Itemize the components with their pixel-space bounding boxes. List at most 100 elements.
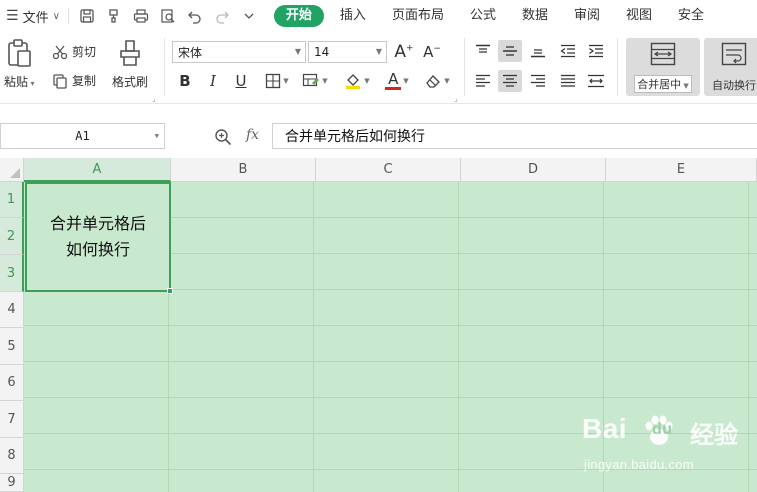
column-header-c[interactable]: C: [316, 158, 461, 182]
underline-button[interactable]: U: [230, 70, 252, 92]
watermark-brand-cn: 经验: [690, 421, 738, 449]
underline-icon: U: [235, 72, 247, 90]
redo-icon[interactable]: [212, 6, 232, 26]
undo-icon[interactable]: [185, 6, 205, 26]
cut-button[interactable]: 剪切: [52, 43, 96, 60]
italic-button[interactable]: I: [202, 70, 224, 92]
tab-security[interactable]: 安全: [668, 5, 714, 27]
row-header-7[interactable]: 7: [0, 401, 24, 438]
fill-handle[interactable]: [167, 288, 173, 294]
row-header-1[interactable]: 1: [0, 182, 24, 218]
decrease-font-icon: A−: [423, 43, 441, 61]
increase-font-size-button[interactable]: A+: [393, 41, 415, 63]
column-header-e[interactable]: E: [606, 158, 757, 182]
cell-text: 合并单元格后 如何换行: [33, 211, 163, 263]
print-icon[interactable]: [131, 6, 151, 26]
font-launcher-icon[interactable]: ⌟: [454, 94, 458, 103]
watermark-brand-suffix: du: [652, 421, 673, 438]
merge-center-label: 合并居中: [637, 78, 682, 91]
font-color-button[interactable]: A ▼: [380, 70, 414, 92]
formula-input[interactable]: 合并单元格后如何换行: [272, 123, 757, 149]
decrease-indent-button[interactable]: [556, 40, 580, 62]
borders-button[interactable]: ▼: [260, 70, 294, 92]
font-name-select[interactable]: 宋体 ▼: [172, 41, 306, 63]
align-center-icon: [503, 74, 517, 87]
wrap-text-icon: [721, 42, 747, 66]
merged-cell-a1-a3[interactable]: 合并单元格后 如何换行: [25, 182, 171, 292]
format-painter-button[interactable]: 格式刷: [112, 38, 148, 90]
tab-home[interactable]: 开始: [273, 5, 324, 27]
format-painter-icon[interactable]: [104, 6, 124, 26]
cell-text-line-2: 如何换行: [65, 240, 130, 259]
align-right-icon: [531, 74, 545, 87]
print-preview-icon[interactable]: [158, 6, 178, 26]
increase-indent-icon: [589, 44, 603, 58]
align-middle-button[interactable]: [498, 40, 522, 62]
align-top-button[interactable]: [471, 40, 495, 62]
italic-icon: I: [210, 72, 216, 90]
name-box-value: A1: [75, 129, 90, 143]
cell-style-button[interactable]: ▼: [298, 70, 332, 92]
bold-button[interactable]: B: [174, 70, 196, 92]
fill-color-button[interactable]: ▼: [340, 70, 374, 92]
column-header-a[interactable]: A: [24, 158, 171, 182]
align-left-button[interactable]: [471, 70, 495, 92]
row-header-5[interactable]: 5: [0, 328, 24, 365]
column-header-b[interactable]: B: [171, 158, 316, 182]
chevron-down-icon: ▼: [294, 47, 301, 56]
group-divider: [617, 38, 618, 96]
copy-button[interactable]: 复制: [52, 72, 96, 89]
bold-icon: B: [179, 72, 191, 90]
paste-button[interactable]: 粘贴 ▾: [4, 38, 35, 90]
file-menu-label: 文件: [22, 10, 49, 26]
chevron-down-icon: ▼: [375, 47, 382, 56]
row-header-8[interactable]: 8: [0, 438, 24, 474]
watermark-url: jingyan.baidu.com: [584, 457, 694, 472]
increase-font-icon: A+: [394, 42, 414, 62]
chevron-down-icon: ∨: [52, 10, 60, 22]
tab-review[interactable]: 审阅: [564, 5, 610, 27]
copy-icon: [53, 73, 67, 89]
tab-page-layout[interactable]: 页面布局: [382, 5, 454, 27]
font-size-select[interactable]: 14 ▼: [308, 41, 387, 63]
align-bottom-button[interactable]: [526, 40, 550, 62]
clear-button[interactable]: ▼: [420, 70, 454, 92]
customize-icon[interactable]: [239, 6, 259, 26]
decrease-font-size-button[interactable]: A−: [421, 41, 443, 63]
select-all-button[interactable]: [0, 158, 24, 182]
align-center-button[interactable]: [498, 70, 522, 92]
copy-label: 复制: [72, 74, 97, 88]
name-box[interactable]: A1 ▼: [0, 123, 165, 149]
merge-center-button[interactable]: 合并居中 ▼: [626, 38, 700, 96]
fx-icon[interactable]: fx: [246, 127, 259, 143]
align-right-button[interactable]: [526, 70, 550, 92]
justify-icon: [561, 74, 575, 87]
row-header-4[interactable]: 4: [0, 292, 24, 328]
clipboard-launcher-icon[interactable]: ⌟: [152, 94, 156, 103]
tab-data[interactable]: 数据: [512, 5, 558, 27]
font-color-icon: A: [388, 70, 399, 88]
group-divider: [164, 38, 165, 96]
font-size-value: 14: [314, 45, 330, 59]
column-header-d[interactable]: D: [461, 158, 606, 182]
row-header-6[interactable]: 6: [0, 365, 24, 401]
chevron-down-icon: ▼: [364, 77, 370, 85]
row-header-2[interactable]: 2: [0, 218, 24, 255]
tab-formulas[interactable]: 公式: [460, 5, 506, 27]
paste-label: 粘贴: [4, 75, 29, 89]
merge-cells-icon: [650, 42, 676, 66]
cut-label: 剪切: [72, 45, 97, 59]
row-header-3[interactable]: 3: [0, 255, 24, 292]
zoom-icon[interactable]: [214, 128, 232, 149]
formula-content: 合并单元格后如何换行: [285, 129, 425, 145]
tab-view[interactable]: 视图: [616, 5, 662, 27]
row-header-9[interactable]: 9: [0, 474, 24, 492]
file-menu[interactable]: ☰ 文件 ∨: [6, 7, 60, 26]
baidu-jingyan-watermark: Bai du 经验 jingyan.baidu.com: [578, 413, 756, 489]
increase-indent-button[interactable]: [584, 40, 608, 62]
tab-insert[interactable]: 插入: [330, 5, 376, 27]
save-icon[interactable]: [77, 6, 97, 26]
distributed-button[interactable]: [584, 70, 608, 92]
wrap-text-button[interactable]: 自动换行: [704, 38, 757, 96]
justify-button[interactable]: [556, 70, 580, 92]
